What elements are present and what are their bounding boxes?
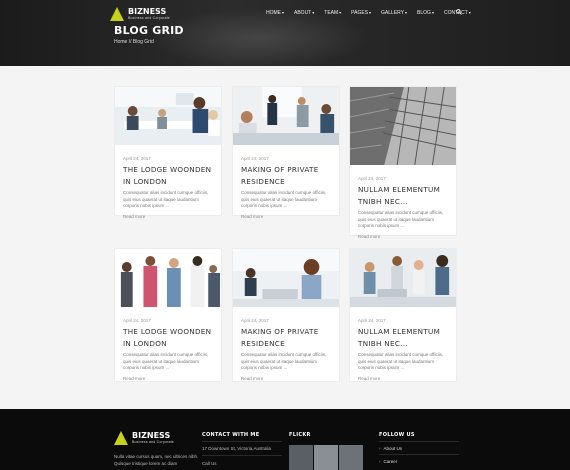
logo-mark-icon [114, 431, 128, 445]
post-title[interactable]: THE LODGE WOONDEN IN LONDON [123, 164, 213, 187]
site-footer: BIZNESS Business and Corporate Nulla vit… [0, 409, 570, 470]
post-title[interactable]: MAKING OF PRIVATE RESIDENCE [241, 326, 331, 349]
footer-brand-name: BIZNESS [132, 430, 171, 440]
post-excerpt: Consequatur alias incidunt cumque offici… [241, 352, 327, 370]
footer-brand-logo[interactable]: BIZNESS Business and Corporate [114, 431, 174, 445]
blog-card[interactable]: April 24, 2017 NULLAM ELEMENTUM TNIBH NE… [349, 86, 457, 239]
blog-card[interactable]: April 24, 2017 THE LODGE WOONDEN IN LOND… [114, 248, 222, 382]
post-title[interactable]: NULLAM ELEMENTUM TNIBH NEC... [358, 184, 448, 207]
blog-card[interactable]: April 24, 2017 THE LODGE WOONDEN IN LOND… [114, 86, 222, 219]
blog-card[interactable]: April 24, 2017 NULLAM ELEMENTUM TNIBH NE… [349, 248, 457, 382]
footer-divider [379, 441, 459, 442]
blog-card[interactable]: April 24, 2017 MAKING OF PRIVATE RESIDEN… [232, 248, 340, 382]
logo-mark-icon [110, 7, 124, 21]
office-meeting-image[interactable] [115, 87, 221, 145]
post-excerpt: Consequatur alias incidunt cumque offici… [123, 190, 209, 208]
nav-item-team[interactable]: TEAM▾ [324, 10, 341, 16]
blog-card[interactable]: April 24, 2017 MAKING OF PRIVATE RESIDEN… [232, 86, 340, 219]
skyscraper-image[interactable] [349, 86, 457, 166]
footer-divider [202, 441, 282, 442]
team-discussion-image[interactable] [233, 87, 339, 145]
footer-call: Call Us [202, 461, 217, 466]
footer-contact-heading: CONTACT WITH ME [202, 432, 260, 438]
footer-link-about[interactable]: About Us [379, 446, 403, 451]
breadcrumb[interactable]: Home // Blog Grid [114, 39, 154, 45]
footer-flickr-heading: FLICKR [289, 432, 311, 438]
post-excerpt: Consequatur alias incidunt cumque offici… [241, 190, 327, 208]
footer-description: Nulla vitae cursus quam, nec ultrices ni… [114, 454, 199, 466]
brand-tagline: Business and Corporate [128, 15, 170, 20]
page-hero: BIZNESS Business and Corporate HOME▾ ABO… [0, 0, 570, 66]
post-date: April 24, 2017 [358, 176, 386, 181]
nav-item-about[interactable]: ABOUT▾ [294, 10, 314, 16]
post-date: April 24, 2017 [241, 318, 269, 323]
read-more-link[interactable]: Read more [123, 214, 213, 219]
post-title[interactable]: THE LODGE WOONDEN IN LONDON [123, 326, 213, 349]
laptop-woman-image[interactable] [233, 249, 339, 307]
flickr-photo[interactable] [314, 445, 338, 470]
post-excerpt: Consequatur alias incidunt cumque offici… [123, 352, 209, 370]
footer-divider [379, 454, 459, 455]
read-more-link[interactable]: Read more [358, 234, 448, 239]
post-excerpt: Consequatur alias incidunt cumque offici… [358, 352, 444, 370]
nav-item-pages[interactable]: PAGES▾ [351, 10, 371, 16]
flickr-photo[interactable] [339, 445, 363, 470]
nav-item-home[interactable]: HOME▾ [266, 10, 284, 16]
team-portrait-image[interactable] [115, 249, 221, 307]
post-excerpt: Consequatur alias incidunt cumque offici… [358, 210, 444, 228]
brand-logo[interactable]: BIZNESS Business and Corporate [110, 7, 170, 21]
post-title[interactable]: MAKING OF PRIVATE RESIDENCE [241, 164, 331, 187]
flickr-gallery [289, 445, 363, 470]
footer-follow-heading: FOLLOW US [379, 432, 415, 438]
read-more-link[interactable]: Read more [241, 214, 331, 219]
group-laptop-image[interactable] [350, 249, 456, 307]
brand-name: BIZNESS [128, 6, 167, 16]
footer-link-career[interactable]: Career [379, 459, 398, 464]
footer-brand-tagline: Business and Corporate [132, 439, 174, 444]
post-title[interactable]: NULLAM ELEMENTUM TNIBH NEC... [358, 326, 448, 349]
read-more-link[interactable]: Read more [358, 376, 448, 381]
nav-item-blog[interactable]: BLOG▾ [417, 10, 434, 16]
read-more-link[interactable]: Read more [123, 376, 213, 381]
post-date: April 24, 2017 [123, 156, 151, 161]
page-title: BLOG GRID [114, 24, 184, 37]
post-date: April 24, 2017 [241, 156, 269, 161]
footer-divider [202, 455, 282, 456]
post-date: April 24, 2017 [123, 318, 151, 323]
search-icon[interactable] [456, 9, 462, 15]
footer-address: 17 Downtown St, Victoria,Australia [202, 446, 271, 451]
read-more-link[interactable]: Read more [241, 376, 331, 381]
main-nav: HOME▾ ABOUT▾ TEAM▾ PAGES▾ GALLERY▾ BLOG▾… [266, 10, 471, 16]
flickr-photo[interactable] [289, 445, 313, 470]
post-date: April 24, 2017 [358, 318, 386, 323]
nav-item-gallery[interactable]: GALLERY▾ [381, 10, 407, 16]
